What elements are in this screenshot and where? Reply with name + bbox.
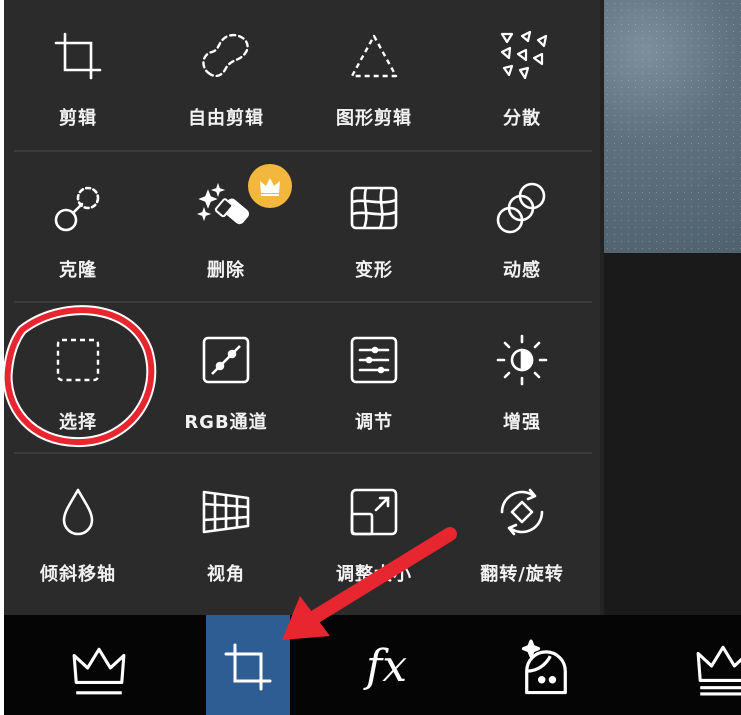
enhance-icon [494, 332, 550, 388]
crown-icon [696, 645, 741, 696]
crop-icon [224, 643, 272, 691]
canvas-background [604, 253, 741, 615]
shape-crop-icon [346, 28, 402, 84]
remove-icon [196, 180, 254, 236]
premium-badge [248, 164, 292, 208]
tool-motion[interactable]: 动感 [452, 152, 592, 292]
select-icon [50, 332, 106, 388]
perspective-icon [198, 484, 254, 540]
tool-label: 图形剪辑 [336, 108, 412, 129]
tool-label: 变形 [355, 260, 393, 281]
tool-enhance[interactable]: 增强 [452, 304, 592, 444]
warp-icon [346, 180, 402, 236]
premium-crown-tab[interactable] [64, 615, 134, 715]
tilt-shift-icon [50, 484, 106, 540]
tool-clone[interactable]: 克隆 [8, 152, 148, 292]
app-screen: 剪辑 自由剪辑 图形剪辑 分散 克隆 删除 变形 动感 选择 RGB通道 调节 … [4, 0, 741, 715]
photo-canvas[interactable] [604, 0, 741, 253]
tool-label: 增强 [503, 412, 541, 433]
tool-adjust[interactable]: 调节 [304, 304, 444, 444]
tool-freeform-crop[interactable]: 自由剪辑 [156, 0, 296, 140]
tool-select[interactable]: 选择 [8, 304, 148, 444]
crown-icon [72, 647, 126, 695]
flip-rotate-icon [494, 484, 550, 540]
tool-label: 动感 [503, 260, 541, 281]
tool-label: 调整大小 [336, 564, 412, 585]
tool-label: 选择 [59, 412, 97, 433]
tool-label: 倾斜移轴 [40, 564, 116, 585]
face-sparkle-icon [521, 639, 567, 695]
tool-label: 自由剪辑 [188, 108, 264, 129]
crown-icon [260, 178, 280, 196]
bottom-tab-bar: fx [4, 615, 741, 715]
tool-perspective[interactable]: 视角 [156, 456, 296, 596]
tool-flip-rotate[interactable]: 翻转/旋转 [452, 456, 592, 596]
tool-label: 翻转/旋转 [480, 564, 564, 585]
tool-label: 分散 [503, 108, 541, 129]
tools-tab[interactable] [206, 615, 290, 715]
effects-tab[interactable]: fx [360, 615, 440, 715]
crop-icon [50, 28, 106, 84]
crown-tab[interactable] [690, 615, 741, 715]
tool-label: 删除 [207, 260, 245, 281]
tool-crop[interactable]: 剪辑 [8, 0, 148, 140]
tool-resize[interactable]: 调整大小 [304, 456, 444, 596]
freeform-crop-icon [198, 28, 254, 84]
rgb-curves-icon [198, 332, 254, 388]
fx-icon: fx [366, 641, 408, 692]
motion-icon [494, 180, 550, 236]
tool-label: 克隆 [59, 260, 97, 281]
clone-icon [50, 180, 106, 236]
resize-icon [346, 484, 402, 540]
tools-panel: 剪辑 自由剪辑 图形剪辑 分散 克隆 删除 变形 动感 选择 RGB通道 调节 … [4, 0, 600, 615]
tool-warp[interactable]: 变形 [304, 152, 444, 292]
row-divider [14, 301, 592, 303]
tool-label: 视角 [207, 564, 245, 585]
tool-label: 调节 [355, 412, 393, 433]
beautify-tab[interactable] [510, 615, 584, 715]
dispersion-icon [494, 28, 550, 84]
tool-tilt-shift[interactable]: 倾斜移轴 [8, 456, 148, 596]
tool-dispersion[interactable]: 分散 [452, 0, 592, 140]
adjust-icon [346, 332, 402, 388]
tool-rgb-curves[interactable]: RGB通道 [156, 304, 296, 444]
row-divider [14, 452, 592, 454]
tool-label: RGB通道 [184, 412, 268, 433]
tool-label: 剪辑 [59, 108, 97, 129]
tool-shape-crop[interactable]: 图形剪辑 [304, 0, 444, 140]
